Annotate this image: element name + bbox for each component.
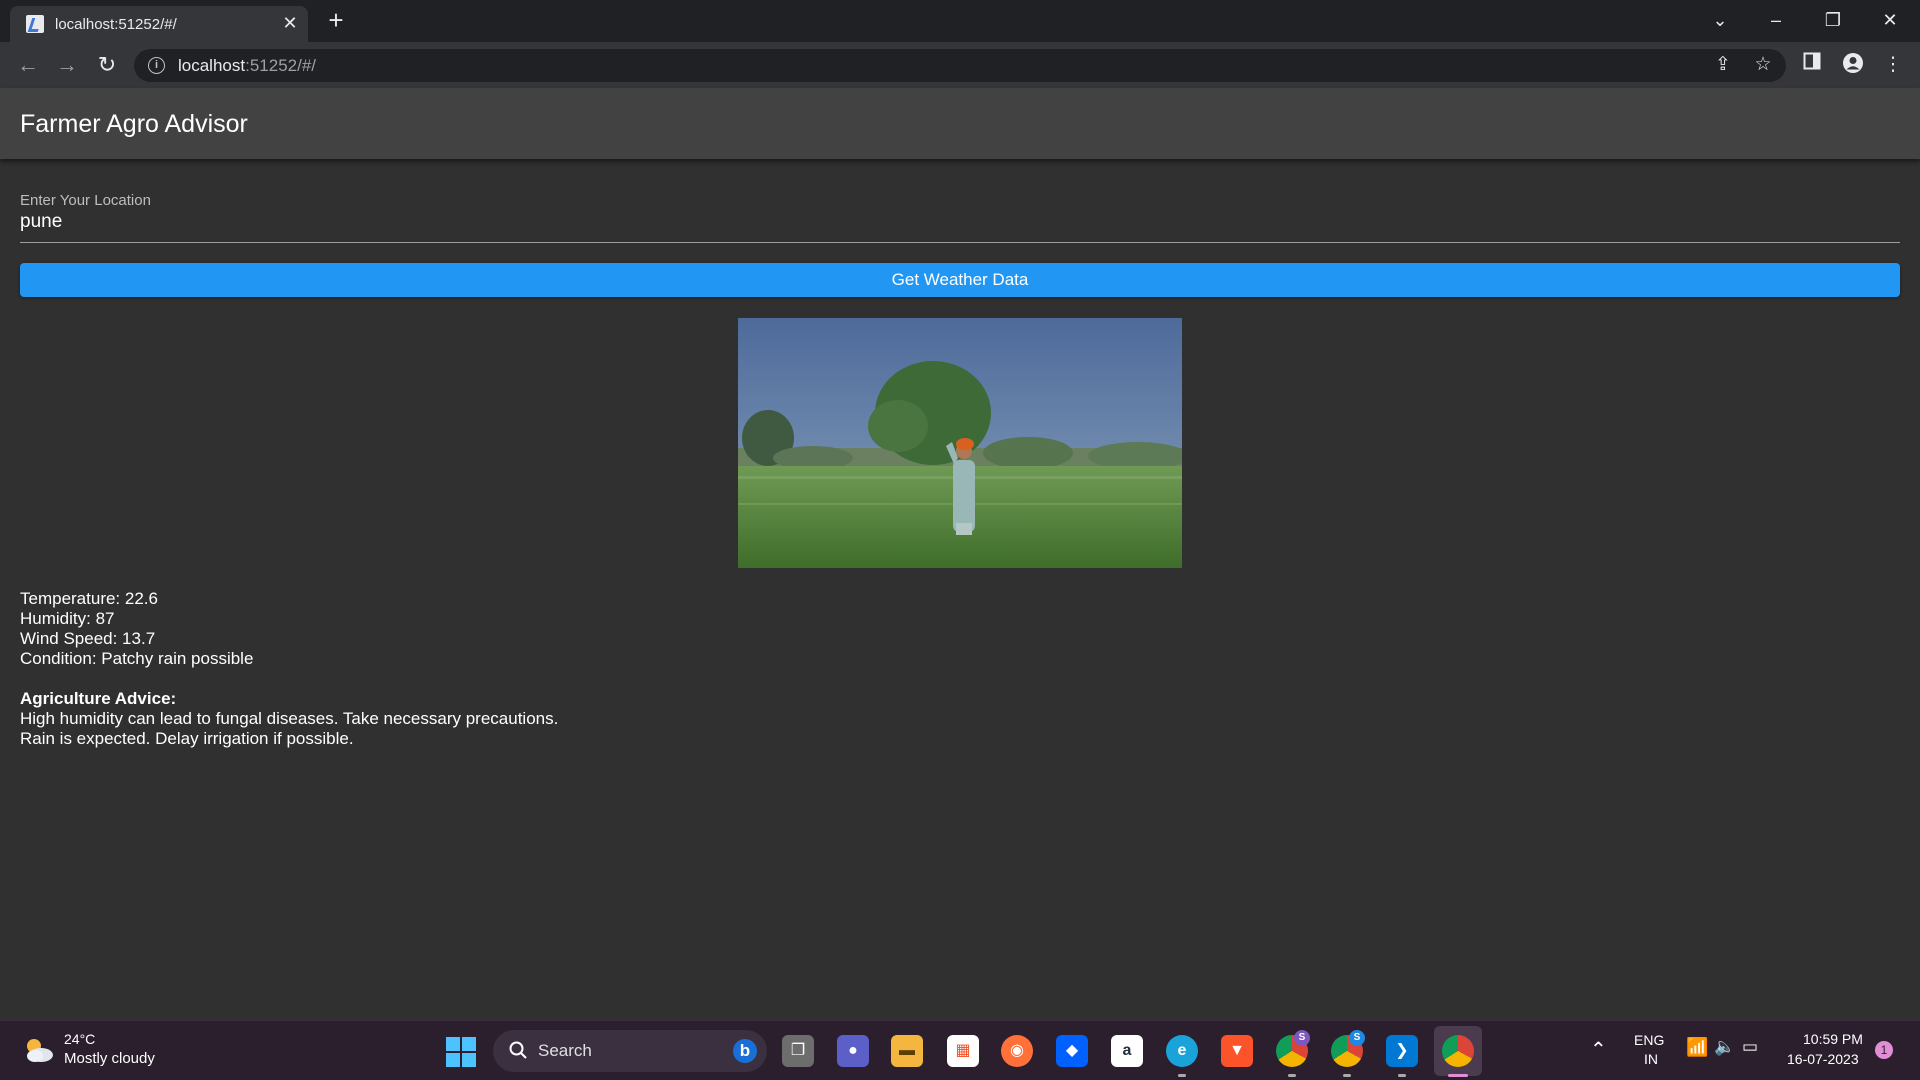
task-view-icon[interactable]: ❐ bbox=[782, 1035, 814, 1067]
chrome-active-indicator bbox=[1448, 1074, 1468, 1077]
battery-icon[interactable]: ▭ bbox=[1742, 1037, 1758, 1057]
get-weather-data-button[interactable]: Get Weather Data bbox=[20, 263, 1900, 297]
site-info-icon[interactable]: i bbox=[148, 57, 165, 74]
taskbar-search-label: Search bbox=[538, 1041, 592, 1060]
reload-icon[interactable]: ↻ bbox=[93, 51, 121, 79]
condition-text: Condition: Patchy rain possible bbox=[20, 649, 254, 668]
vscode-running-indicator bbox=[1398, 1074, 1406, 1077]
brave-icon[interactable]: ▼ bbox=[1221, 1035, 1253, 1067]
tab-search-chevron-icon[interactable]: ⌄ bbox=[1700, 4, 1740, 36]
notification-badge[interactable]: 1 bbox=[1875, 1041, 1893, 1059]
chrome-profile-badge: S bbox=[1349, 1030, 1365, 1046]
wind-speed-text: Wind Speed: 13.7 bbox=[20, 629, 156, 648]
address-bar[interactable]: i localhost:51252/#/ bbox=[134, 49, 1786, 82]
edge-running-indicator bbox=[1178, 1074, 1186, 1077]
location-field-label: Enter Your Location bbox=[20, 192, 151, 209]
wifi-icon[interactable]: 📶 bbox=[1686, 1037, 1708, 1058]
language-indicator-top[interactable]: ENG bbox=[1634, 1032, 1664, 1048]
side-panel-icon[interactable] bbox=[1799, 52, 1825, 78]
bing-icon[interactable]: b bbox=[733, 1039, 757, 1063]
clock-time[interactable]: 10:59 PM bbox=[1803, 1031, 1863, 1047]
vscode-icon[interactable]: ❯ bbox=[1386, 1035, 1418, 1067]
taskbar-weather-condition[interactable]: Mostly cloudy bbox=[64, 1050, 155, 1067]
browser-tab-strip: localhost:51252/#/ ✕ + ⌄ – ❐ ✕ bbox=[0, 0, 1920, 42]
browser-tab[interactable]: localhost:51252/#/ ✕ bbox=[10, 6, 308, 42]
app-bar: Farmer Agro Advisor bbox=[0, 88, 1920, 159]
share-icon[interactable]: ⇪ bbox=[1710, 52, 1736, 78]
advice-line: Rain is expected. Delay irrigation if po… bbox=[20, 729, 354, 748]
back-arrow-icon[interactable]: ← bbox=[14, 51, 42, 79]
search-icon bbox=[509, 1041, 527, 1059]
humidity-text: Humidity: 87 bbox=[20, 609, 115, 628]
location-input[interactable]: pune bbox=[20, 211, 62, 233]
edge-icon[interactable]: e bbox=[1166, 1035, 1198, 1067]
chrome-profile-running-indicator bbox=[1288, 1074, 1296, 1077]
minimize-button[interactable]: – bbox=[1756, 4, 1796, 36]
tab-title: localhost:51252/#/ bbox=[55, 16, 177, 33]
temperature-text: Temperature: 22.6 bbox=[20, 589, 158, 608]
windows-taskbar: 24°C Mostly cloudy Search b ❐ ● ▬ ▦ ◉ ◆ … bbox=[0, 1020, 1920, 1080]
show-hidden-icons-chevron-icon[interactable]: ⌃ bbox=[1590, 1037, 1607, 1062]
forward-arrow-icon[interactable]: → bbox=[53, 51, 81, 79]
restore-button[interactable]: ❐ bbox=[1813, 4, 1853, 36]
amazon-icon[interactable]: a bbox=[1111, 1035, 1143, 1067]
bookmark-star-icon[interactable]: ☆ bbox=[1750, 52, 1776, 78]
cloudy-weather-icon[interactable] bbox=[22, 1035, 56, 1065]
advice-heading: Agriculture Advice: bbox=[20, 689, 177, 708]
tab-close-icon[interactable]: ✕ bbox=[280, 13, 300, 33]
clock-date[interactable]: 16-07-2023 bbox=[1787, 1051, 1859, 1067]
address-url: localhost:51252/#/ bbox=[178, 56, 317, 75]
chrome-profile-badge: S bbox=[1294, 1030, 1310, 1046]
new-tab-button[interactable]: + bbox=[322, 7, 350, 35]
farmer-field-image bbox=[738, 318, 1182, 568]
taskbar-weather-temp[interactable]: 24°C bbox=[64, 1031, 95, 1047]
taskbar-search-box[interactable]: Search b bbox=[493, 1030, 767, 1072]
location-input-underline bbox=[20, 242, 1900, 243]
language-indicator-bottom[interactable]: IN bbox=[1644, 1051, 1658, 1067]
volume-icon[interactable]: 🔈 bbox=[1714, 1037, 1735, 1057]
dropbox-icon[interactable]: ◆ bbox=[1056, 1035, 1088, 1067]
microsoft-store-icon[interactable]: ▦ bbox=[947, 1035, 979, 1067]
firefox-icon[interactable]: ◉ bbox=[1001, 1035, 1033, 1067]
file-explorer-icon[interactable]: ▬ bbox=[891, 1035, 923, 1067]
browser-toolbar: ← → ↻ i localhost:51252/#/ ⇪ ☆ ⋮ bbox=[0, 42, 1920, 88]
close-window-button[interactable]: ✕ bbox=[1870, 4, 1910, 36]
app-title: Farmer Agro Advisor bbox=[20, 110, 248, 138]
teams-chat-icon[interactable]: ● bbox=[837, 1035, 869, 1067]
menu-kebab-icon[interactable]: ⋮ bbox=[1880, 52, 1906, 78]
profile-icon[interactable] bbox=[1840, 52, 1866, 78]
chrome-profile-running-indicator bbox=[1343, 1074, 1351, 1077]
advice-line: High humidity can lead to fungal disease… bbox=[20, 709, 559, 728]
windows-start-icon[interactable] bbox=[446, 1037, 476, 1067]
chrome-icon[interactable] bbox=[1442, 1035, 1474, 1067]
flutter-favicon-icon bbox=[26, 15, 44, 33]
